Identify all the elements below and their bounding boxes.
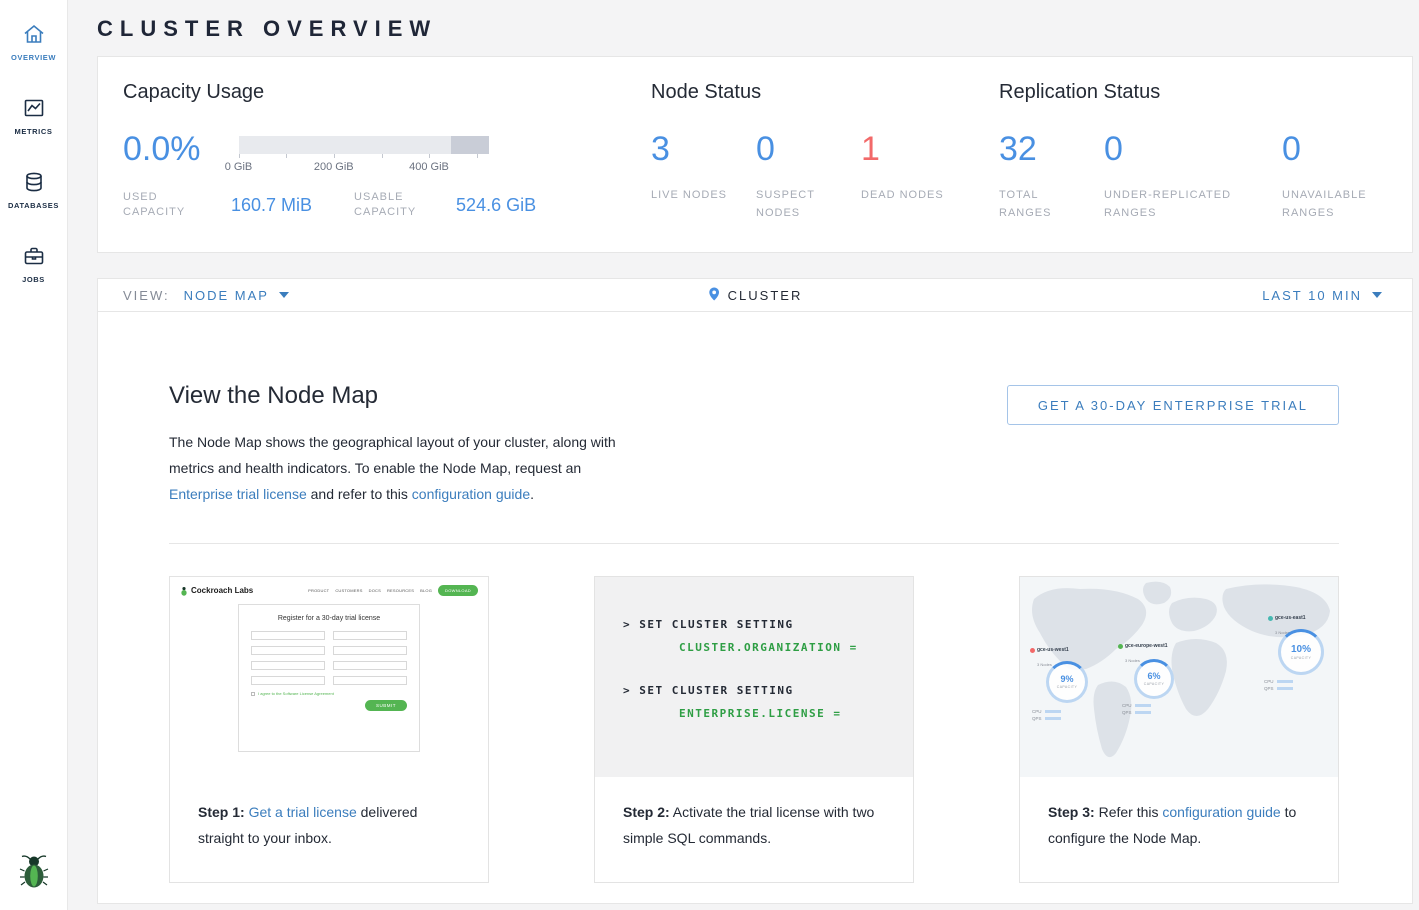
sidebar-item-jobs[interactable]: JOBS — [0, 234, 67, 294]
mini-form-title: Register for a 30-day trial license — [251, 615, 407, 622]
used-capacity-value: 160.7 MiB — [231, 195, 312, 216]
code-line: CLUSTER.ORGANIZATION = — [679, 642, 913, 654]
sidebar-item-overview[interactable]: OVERVIEW — [0, 12, 67, 72]
node-map-intro: View the Node Map The Node Map shows the… — [169, 382, 634, 507]
total-ranges-stat: 32 TOTAL RANGES — [999, 132, 1104, 222]
capacity-usage-title: Capacity Usage — [123, 81, 651, 104]
mini-agreement: I agree to the Software License Agreemen… — [251, 691, 407, 696]
map-pin-icon — [708, 286, 721, 305]
steps-row: Cockroach Labs PRODUCT CUSTOMERS DOCS RE… — [169, 576, 1339, 883]
step1-caption: Step 1: Get a trial license delivered st… — [170, 777, 488, 851]
usable-capacity-label: USABLE CAPACITY — [354, 190, 434, 220]
step3-card: gce-us-west1 3 Nodes 9% CAPACITY CPU QPS — [1019, 576, 1339, 883]
code-line: > SET CLUSTER SETTING — [623, 619, 913, 631]
metrics-icon — [22, 96, 46, 120]
mini-download-button: DOWNLOAD — [438, 585, 478, 596]
enterprise-trial-license-link[interactable]: Enterprise trial license — [169, 486, 307, 502]
cockroach-labs-brand: Cockroach Labs — [180, 586, 253, 596]
suspect-nodes-stat: 0 SUSPECT NODES — [756, 132, 861, 222]
mini-nav: PRODUCT CUSTOMERS DOCS RESOURCES BLOG DO… — [308, 585, 478, 596]
view-value: NODE MAP — [184, 288, 269, 303]
gauge-stats: CPU QPS — [1032, 709, 1061, 723]
code-line: ENTERPRISE.LICENSE = — [679, 708, 913, 720]
step2-caption: Step 2: Activate the trial license with … — [595, 777, 913, 851]
registration-screenshot: Cockroach Labs PRODUCT CUSTOMERS DOCS RE… — [170, 577, 488, 777]
enterprise-trial-button[interactable]: GET A 30-DAY ENTERPRISE TRIAL — [1007, 385, 1339, 425]
capacity-axis: 0 GiB 200 GiB 400 GiB — [239, 154, 489, 178]
main-content: CLUSTER OVERVIEW Capacity Usage 0.0% — [68, 0, 1419, 910]
used-capacity-label: USED CAPACITY — [123, 190, 209, 220]
capacity-bar-track — [239, 136, 489, 154]
mini-submit-button: SUBMIT — [365, 700, 407, 711]
capacity-gauge: 10% CAPACITY — [1278, 629, 1324, 675]
replication-status-section: Replication Status 32 TOTAL RANGES 0 UND… — [999, 81, 1387, 252]
databases-icon — [22, 170, 46, 194]
configuration-guide-link-step3[interactable]: configuration guide — [1162, 804, 1280, 820]
time-range-value: LAST 10 MIN — [1262, 288, 1362, 303]
sidebar-item-label: DATABASES — [8, 201, 59, 210]
usable-capacity-value: 524.6 GiB — [456, 195, 536, 216]
step3-caption: Step 3: Refer this configuration guide t… — [1020, 777, 1338, 851]
view-bar: VIEW: NODE MAP CLUSTER LAST 10 MIN — [97, 278, 1413, 312]
chevron-down-icon — [1372, 292, 1382, 298]
node-map-description: The Node Map shows the geographical layo… — [169, 429, 634, 507]
node-map-panel: View the Node Map The Node Map shows the… — [97, 312, 1413, 904]
sidebar-item-databases[interactable]: DATABASES — [0, 160, 67, 220]
capacity-gauge: 9% CAPACITY — [1046, 661, 1088, 703]
page-title: CLUSTER OVERVIEW — [97, 16, 1413, 42]
home-icon — [22, 22, 46, 46]
divider — [169, 543, 1339, 544]
cluster-summary-card: Capacity Usage 0.0% — [97, 56, 1413, 253]
capacity-bar: 0 GiB 200 GiB 400 GiB — [239, 132, 489, 178]
time-range-selector[interactable]: LAST 10 MIN — [1262, 288, 1382, 303]
view-label: VIEW: — [123, 288, 170, 303]
gauge-stats: CPU QPS — [1264, 679, 1293, 693]
sidebar: OVERVIEW METRICS DATABASES — [0, 0, 68, 910]
axis-label: 0 GiB — [225, 161, 253, 173]
capacity-gauge: 6% CAPACITY — [1134, 659, 1174, 699]
axis-label: 400 GiB — [409, 161, 449, 173]
capacity-used-percent: 0.0% — [123, 132, 201, 166]
dead-nodes-stat: 1 DEAD NODES — [861, 132, 966, 222]
trial-registration-form: Register for a 30-day trial license I ag… — [238, 604, 420, 752]
cluster-breadcrumb: CLUSTER — [708, 286, 803, 305]
sidebar-item-label: OVERVIEW — [11, 53, 56, 62]
live-nodes-stat: 3 LIVE NODES — [651, 132, 756, 222]
node-status-section: Node Status 3 LIVE NODES 0 SUSPECT NODES… — [651, 81, 999, 252]
chevron-down-icon — [279, 292, 289, 298]
sidebar-item-label: METRICS — [15, 127, 53, 136]
replication-status-title: Replication Status — [999, 81, 1387, 104]
view-selector[interactable]: VIEW: NODE MAP — [123, 288, 289, 303]
cockroach-logo[interactable] — [19, 851, 49, 894]
unavailable-ranges-stat: 0 UNAVAILABLE RANGES — [1282, 132, 1387, 222]
configuration-guide-link[interactable]: configuration guide — [412, 486, 530, 502]
node-status-title: Node Status — [651, 81, 999, 104]
sidebar-item-label: JOBS — [22, 275, 45, 284]
app-root: OVERVIEW METRICS DATABASES — [0, 0, 1419, 910]
gauge-stats: CPU QPS — [1122, 703, 1151, 717]
get-trial-license-link[interactable]: Get a trial license — [249, 804, 357, 820]
under-replicated-ranges-stat: 0 UNDER-REPLICATED RANGES — [1104, 132, 1282, 222]
node-map-preview: gce-us-west1 3 Nodes 9% CAPACITY CPU QPS — [1020, 577, 1338, 777]
code-line: > SET CLUSTER SETTING — [623, 685, 913, 697]
jobs-icon — [22, 244, 46, 268]
axis-label: 200 GiB — [314, 161, 354, 173]
sql-code-block: > SET CLUSTER SETTING CLUSTER.ORGANIZATI… — [595, 577, 913, 777]
step1-card: Cockroach Labs PRODUCT CUSTOMERS DOCS RE… — [169, 576, 489, 883]
step2-card: > SET CLUSTER SETTING CLUSTER.ORGANIZATI… — [594, 576, 914, 883]
node-map-title: View the Node Map — [169, 382, 634, 410]
capacity-usage-section: Capacity Usage 0.0% — [123, 81, 651, 252]
cluster-label: CLUSTER — [728, 288, 803, 303]
sidebar-item-metrics[interactable]: METRICS — [0, 86, 67, 146]
capacity-bar-used-segment — [451, 136, 489, 154]
